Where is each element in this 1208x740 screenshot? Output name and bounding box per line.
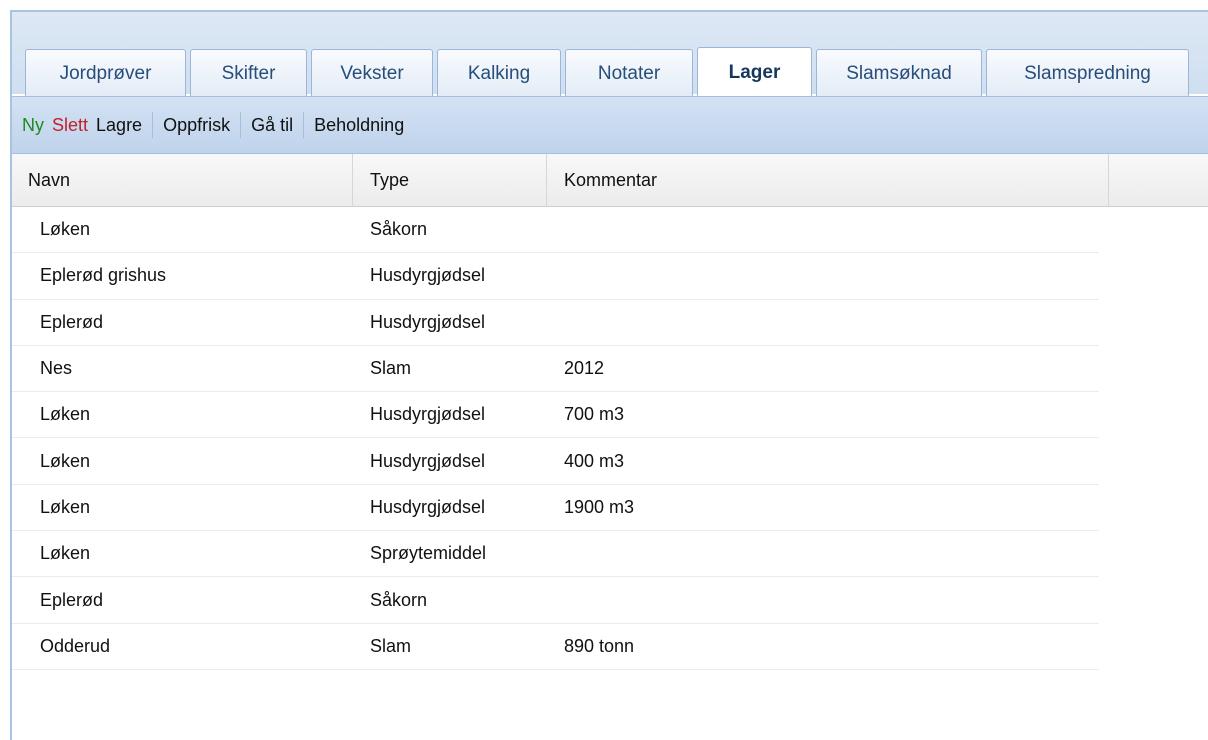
table-row[interactable]: Løken Husdyrgjødsel 1900 m3 <box>12 485 1099 532</box>
tab-lager[interactable]: Lager <box>697 47 812 98</box>
cell-type: Husdyrgjødsel <box>370 496 486 517</box>
tab-vekster[interactable]: Vekster <box>311 49 433 98</box>
cell-navn: Nes <box>40 358 73 379</box>
cell-navn: Løken <box>40 404 91 425</box>
tab-kalking[interactable]: Kalking <box>437 49 561 98</box>
cell-navn: Odderud <box>40 635 111 656</box>
cell-kommentar: 400 m3 <box>564 450 625 471</box>
cell-type: Husdyrgjødsel <box>370 311 486 332</box>
toolbar-separator <box>152 112 154 138</box>
tab-notater[interactable]: Notater <box>565 49 693 98</box>
table-row[interactable]: Eplerød Såkorn <box>12 577 1099 624</box>
toolbar: Ny Slett Lagre Oppfrisk Gå til Beholdnin… <box>12 96 1208 154</box>
column-header-navn[interactable]: Navn <box>12 154 353 206</box>
table-row[interactable]: Nes Slam 2012 <box>12 346 1099 393</box>
table-row[interactable]: Løken Såkorn <box>12 207 1099 254</box>
oppfrisk-button[interactable]: Oppfrisk <box>163 115 230 136</box>
column-header-filler <box>1109 154 1208 206</box>
cell-navn: Eplerød <box>40 311 104 332</box>
app-panel: Jordprøver Skifter Vekster Kalking Notat… <box>10 10 1208 740</box>
table-row[interactable]: Odderud Slam 890 tonn <box>12 624 1099 670</box>
cell-navn: Løken <box>40 543 91 564</box>
table-row[interactable]: Eplerød grishus Husdyrgjødsel <box>12 253 1099 300</box>
cell-type: Husdyrgjødsel <box>370 450 486 471</box>
cell-kommentar: 890 tonn <box>564 635 635 656</box>
tab-slamspredning[interactable]: Slamspredning <box>986 49 1189 98</box>
cell-type: Såkorn <box>370 219 428 240</box>
slett-button[interactable]: Slett <box>52 115 88 136</box>
cell-navn: Løken <box>40 450 91 471</box>
toolbar-separator <box>303 112 305 138</box>
beholdning-button[interactable]: Beholdning <box>314 115 404 136</box>
column-header-type[interactable]: Type <box>353 154 547 206</box>
cell-navn: Løken <box>40 496 91 517</box>
lagre-button[interactable]: Lagre <box>96 115 142 136</box>
cell-navn: Eplerød grishus <box>40 265 167 286</box>
cell-kommentar: 1900 m3 <box>564 496 635 517</box>
ny-button[interactable]: Ny <box>22 115 44 136</box>
cell-navn: Eplerød <box>40 589 104 610</box>
cell-type: Sprøytemiddel <box>370 543 487 564</box>
table-row[interactable]: Løken Sprøytemiddel <box>12 531 1099 578</box>
tab-bar: Jordprøver Skifter Vekster Kalking Notat… <box>12 12 1208 98</box>
grid-header: Navn Type Kommentar <box>12 154 1208 207</box>
table-row[interactable]: Løken Husdyrgjødsel 700 m3 <box>12 392 1099 439</box>
table-row[interactable]: Løken Husdyrgjødsel 400 m3 <box>12 438 1099 485</box>
column-header-kommentar[interactable]: Kommentar <box>547 154 1109 206</box>
toolbar-separator <box>240 112 242 138</box>
grid-rows: Løken Såkorn Eplerød grishus Husdyrgjøds… <box>12 207 1099 670</box>
tab-slamsoknad[interactable]: Slamsøknad <box>816 49 982 98</box>
tab-jordprover[interactable]: Jordprøver <box>25 49 186 98</box>
cell-kommentar: 700 m3 <box>564 404 625 425</box>
tab-skifter[interactable]: Skifter <box>190 49 307 98</box>
cell-type: Husdyrgjødsel <box>370 265 486 286</box>
cell-navn: Løken <box>40 219 91 240</box>
cell-kommentar: 2012 <box>564 358 605 379</box>
ga-til-button[interactable]: Gå til <box>251 115 293 136</box>
cell-type: Husdyrgjødsel <box>370 404 486 425</box>
lager-grid: Navn Type Kommentar Løken Såkorn Eplerød… <box>12 154 1208 670</box>
cell-type: Slam <box>370 635 412 656</box>
cell-type: Såkorn <box>370 589 428 610</box>
cell-type: Slam <box>370 358 412 379</box>
table-row[interactable]: Eplerød Husdyrgjødsel <box>12 300 1099 346</box>
